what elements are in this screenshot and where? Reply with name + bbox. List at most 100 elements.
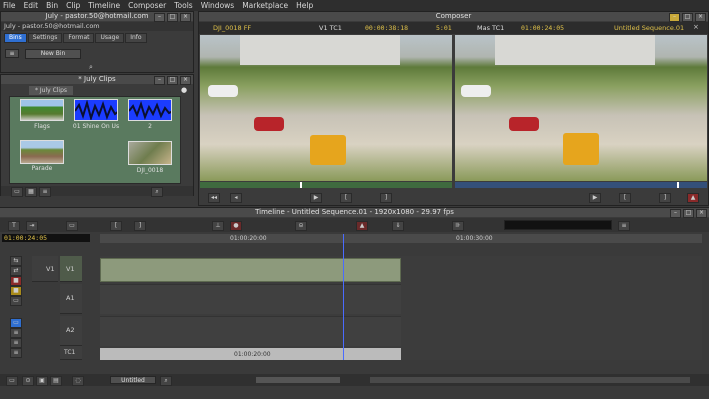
tool-icon[interactable]: ▣ [36, 376, 48, 386]
track-header-a1[interactable]: A1 [60, 284, 82, 314]
minimize-icon[interactable]: – [670, 209, 681, 218]
rewind-icon[interactable]: ◂◂ [208, 193, 220, 203]
track-header-a2[interactable]: A2 [60, 316, 82, 346]
tool-icon[interactable]: ⇆ [10, 256, 22, 266]
bin-tab[interactable]: * July Clips [29, 86, 73, 95]
track-header-tc1[interactable]: TC1 [60, 346, 82, 360]
trim-icon[interactable]: ⊝ [295, 221, 307, 231]
horizontal-scrollbar[interactable] [370, 377, 690, 383]
tool-icon[interactable]: T [8, 221, 20, 231]
clip-thumbnail-dji[interactable] [128, 141, 172, 165]
new-bin-button[interactable]: New Bin [25, 49, 81, 59]
minimize-icon[interactable]: – [154, 76, 165, 85]
menu-tools[interactable]: Tools [174, 1, 192, 10]
record-icon[interactable]: ● [230, 221, 242, 231]
lift-icon[interactable]: ▲ [687, 193, 699, 203]
tc-label[interactable]: V1 TC1 [319, 24, 342, 32]
track-area[interactable]: 01:00:20:00 [100, 256, 702, 360]
tab-format[interactable]: Format [63, 33, 95, 43]
mark-in-icon[interactable]: [ [619, 193, 631, 203]
search-icon[interactable]: ⌕ [151, 187, 163, 197]
menu-marketplace[interactable]: Marketplace [242, 1, 288, 10]
zoom-scrollbar[interactable] [256, 377, 340, 383]
timecode-track[interactable]: 01:00:20:00 [100, 348, 401, 360]
tool-icon[interactable]: ▭ [6, 376, 18, 386]
position-indicator[interactable] [677, 182, 679, 188]
menu-windows[interactable]: Windows [201, 1, 234, 10]
video-segment[interactable] [100, 258, 401, 282]
search-icon[interactable]: ⌕ [89, 63, 97, 71]
bin-list-icon[interactable]: ≡ [39, 187, 51, 197]
audio-track-a1[interactable] [100, 284, 401, 314]
clip-thumbnail-parade[interactable] [20, 140, 64, 164]
position-indicator[interactable] [300, 182, 302, 188]
tool-icon[interactable]: ■ [10, 286, 22, 296]
split-icon[interactable]: ⊪ [452, 221, 464, 231]
tool-icon[interactable]: ◌ [72, 376, 84, 386]
splice-icon[interactable]: ⇥ [26, 221, 38, 231]
tool-icon[interactable]: ⇄ [10, 266, 22, 276]
tool-icon[interactable]: ≡ [10, 348, 22, 358]
bin-grid-icon[interactable]: ▦ [25, 187, 37, 197]
tool-icon[interactable]: ▭ [10, 318, 22, 328]
maximize-icon[interactable]: □ [683, 209, 694, 218]
source-clip-name[interactable]: DJI_0018 FF [213, 24, 251, 32]
step-back-icon[interactable]: ◂ [230, 193, 242, 203]
close-icon[interactable]: × [180, 76, 191, 85]
mas-label[interactable]: Mas TC1 [477, 24, 504, 32]
menu-help[interactable]: Help [296, 1, 313, 10]
tool-icon[interactable]: ■ [10, 276, 22, 286]
timecode-display[interactable]: 01:00:24:05 [2, 234, 90, 242]
minimize-icon[interactable]: – [154, 13, 165, 22]
close-icon[interactable]: × [696, 209, 707, 218]
extract-icon[interactable]: ⇓ [392, 221, 404, 231]
sequence-name[interactable]: Untitled Sequence.01 [614, 24, 684, 32]
maximize-icon[interactable]: □ [682, 13, 693, 22]
tab-bins[interactable]: Bins [4, 33, 27, 43]
clip-thumbnail-flags[interactable] [20, 99, 64, 121]
timeline-blank-field[interactable] [504, 220, 612, 230]
tab-settings[interactable]: Settings [27, 33, 63, 43]
tool-icon[interactable]: ≡ [10, 338, 22, 348]
tool-icon[interactable]: ⊙ [22, 376, 34, 386]
audio-clip-thumbnail[interactable] [74, 99, 118, 121]
menu-clip[interactable]: Clip [66, 1, 80, 10]
menu-icon[interactable]: ≡ [618, 221, 630, 231]
segment-icon[interactable]: ⊥ [212, 221, 224, 231]
menu-timeline[interactable]: Timeline [88, 1, 120, 10]
maximize-icon[interactable]: □ [167, 13, 178, 22]
record-monitor[interactable] [455, 35, 707, 181]
bin-menu-icon[interactable]: ● [181, 86, 189, 94]
track-patch-v1[interactable]: V1 [32, 256, 58, 282]
search-icon[interactable]: ⌕ [160, 376, 172, 386]
tool-icon[interactable]: ▭ [10, 296, 22, 306]
mark-in-icon[interactable]: [ [110, 221, 122, 231]
tab-info[interactable]: Info [125, 33, 147, 43]
source-position-bar[interactable] [200, 182, 452, 188]
track-header-v1[interactable]: V1 [60, 256, 82, 282]
close-icon[interactable]: × [180, 13, 191, 22]
audio-clip-thumbnail[interactable] [128, 99, 172, 121]
tool-icon[interactable]: ≡ [10, 328, 22, 338]
menu-bin[interactable]: Bin [46, 1, 58, 10]
tab-usage[interactable]: Usage [95, 33, 125, 43]
mark-in-icon[interactable]: [ [340, 193, 352, 203]
bin-view-icon[interactable]: ▭ [11, 187, 23, 197]
playhead[interactable] [343, 234, 344, 360]
mark-out-icon[interactable]: ] [659, 193, 671, 203]
menu-composer[interactable]: Composer [128, 1, 166, 10]
maximize-icon[interactable]: □ [167, 76, 178, 85]
timeline-ruler[interactable]: 01:00:20:00 01:00:30:00 [100, 234, 702, 243]
source-monitor[interactable] [200, 35, 452, 181]
tool-icon[interactable]: ▤ [50, 376, 62, 386]
play-icon[interactable]: ▶ [310, 193, 322, 203]
play-icon[interactable]: ▶ [589, 193, 601, 203]
audio-track-a2[interactable] [100, 316, 401, 346]
close-sequence-icon[interactable]: × [693, 23, 699, 31]
menu-file[interactable]: File [3, 1, 16, 10]
overwrite-icon[interactable]: ▭ [66, 221, 78, 231]
menu-edit[interactable]: Edit [24, 1, 39, 10]
minimize-icon[interactable]: – [669, 13, 680, 22]
record-position-bar[interactable] [455, 182, 707, 188]
lift-icon[interactable]: ▲ [356, 221, 368, 231]
